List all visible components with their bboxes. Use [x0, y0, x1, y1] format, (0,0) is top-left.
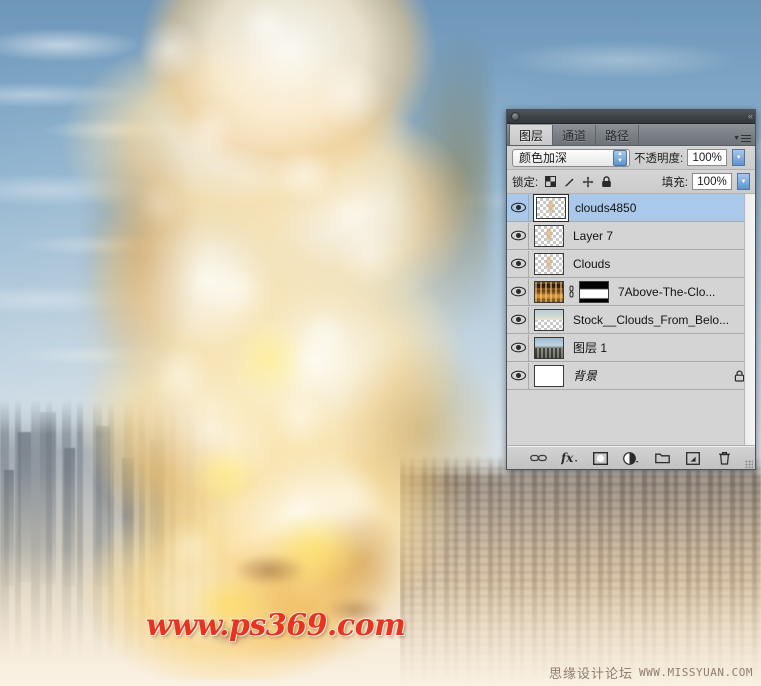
add-layer-mask-icon[interactable] — [592, 450, 609, 467]
layer-visibility-toggle[interactable] — [509, 362, 529, 389]
lock-position-icon[interactable] — [582, 176, 594, 188]
layer-list-scroll-gutter[interactable] — [744, 194, 755, 445]
layers-panel[interactable]: « 图层 通道 路径 ▼ 颜色加深 ▲ ▼ 不透明度: 100% ▼ 锁定: 填… — [506, 109, 756, 470]
table-row[interactable]: 图层 1 — [507, 334, 755, 362]
collapse-chevrons-icon[interactable]: « — [748, 112, 753, 121]
layer-name[interactable]: 图层 1 — [573, 339, 607, 356]
blend-opacity-row[interactable]: 颜色加深 ▲ ▼ 不透明度: 100% ▼ — [507, 146, 755, 170]
new-layer-icon[interactable] — [685, 450, 702, 467]
layer-name[interactable]: Clouds — [573, 257, 610, 271]
table-row[interactable]: 背景 — [507, 362, 755, 390]
layer-name[interactable]: 背景 — [573, 367, 597, 384]
watermark-site-url: www.ps369.com — [145, 607, 406, 643]
layers-panel-footer[interactable]: fx — [507, 446, 755, 469]
panel-resize-grip[interactable] — [745, 460, 753, 468]
watermark-forum-en: WWW.MISSYUAN.COM — [639, 666, 753, 679]
layer-mask-thumbnail[interactable] — [579, 280, 609, 303]
panel-titlebar[interactable]: « — [507, 110, 755, 124]
blend-mode-value: 颜色加深 — [519, 151, 568, 165]
layer-thumbnail[interactable] — [534, 364, 564, 387]
layer-thumbnail[interactable] — [534, 308, 564, 331]
table-row[interactable]: clouds4850 — [507, 194, 755, 222]
fill-label: 填充: — [661, 176, 688, 189]
layer-visibility-toggle[interactable] — [509, 306, 529, 333]
layer-name[interactable]: Stock__Clouds_From_Belo... — [573, 313, 729, 327]
layer-name[interactable]: clouds4850 — [575, 201, 636, 215]
new-fill-adjustment-layer-icon[interactable] — [623, 450, 640, 467]
layer-visibility-toggle[interactable] — [509, 278, 529, 305]
layer-thumbnail[interactable] — [534, 224, 564, 247]
fill-dropdown-icon[interactable]: ▼ — [737, 173, 750, 190]
panel-dot-icon — [511, 112, 520, 121]
lock-image-pixels-icon[interactable] — [563, 176, 575, 188]
table-row[interactable]: Stock__Clouds_From_Belo... — [507, 306, 755, 334]
link-layers-icon[interactable] — [529, 450, 547, 467]
opacity-label: 不透明度: — [634, 152, 684, 165]
table-row[interactable]: Clouds — [507, 250, 755, 278]
layer-thumbnail[interactable] — [536, 196, 566, 219]
menu-bars-icon — [741, 134, 751, 142]
tab-layers[interactable]: 图层 — [509, 125, 554, 145]
mask-link-icon[interactable] — [565, 285, 577, 298]
new-group-icon[interactable] — [654, 450, 671, 467]
lock-icon-group[interactable] — [545, 175, 612, 188]
layer-visibility-toggle[interactable] — [509, 194, 529, 221]
delete-layer-icon[interactable] — [716, 450, 733, 467]
fill-input[interactable]: 100% — [692, 173, 732, 190]
blend-mode-select[interactable]: 颜色加深 ▲ ▼ — [512, 148, 630, 167]
lock-label: 锁定: — [512, 176, 539, 189]
watermark-forum-credit: 思缘设计论坛 WWW.MISSYUAN.COM — [549, 663, 753, 682]
svg-text:fx: fx — [561, 451, 574, 465]
tab-paths[interactable]: 路径 — [596, 125, 640, 145]
lock-all-icon[interactable] — [601, 175, 612, 188]
panel-tab-strip[interactable]: 图层 通道 路径 ▼ — [507, 124, 755, 146]
layer-visibility-toggle[interactable] — [509, 250, 529, 277]
opacity-input[interactable]: 100% — [687, 149, 728, 166]
layer-thumbnail[interactable] — [534, 252, 564, 275]
blend-mode-spinner-icon[interactable]: ▲ ▼ — [613, 149, 627, 166]
layer-visibility-toggle[interactable] — [509, 334, 529, 361]
layer-name[interactable]: Layer 7 — [573, 229, 613, 243]
layer-list[interactable]: clouds4850 Layer 7 Clouds 7Above-The-Clo… — [507, 194, 755, 446]
menu-caret-icon: ▼ — [733, 134, 740, 142]
layer-thumbnail[interactable] — [534, 336, 564, 359]
layer-name[interactable]: 7Above-The-Clo... — [618, 285, 715, 299]
watermark-forum-cn: 思缘设计论坛 — [549, 666, 634, 681]
table-row[interactable]: 7Above-The-Clo... — [507, 278, 755, 306]
lock-transparent-pixels-icon[interactable] — [545, 176, 557, 187]
layer-thumbnail[interactable] — [534, 280, 564, 303]
layer-visibility-toggle[interactable] — [509, 222, 529, 249]
panel-menu-icon[interactable]: ▼ — [733, 134, 751, 142]
artwork-canvas: www.ps369.com 思缘设计论坛 WWW.MISSYUAN.COM « … — [0, 0, 761, 686]
layer-styles-fx-icon[interactable]: fx — [561, 450, 578, 467]
table-row[interactable]: Layer 7 — [507, 222, 755, 250]
tab-channels[interactable]: 通道 — [553, 125, 597, 145]
lock-fill-row[interactable]: 锁定: 填充: 100% ▼ — [507, 170, 755, 194]
opacity-dropdown-icon[interactable]: ▼ — [732, 149, 746, 166]
